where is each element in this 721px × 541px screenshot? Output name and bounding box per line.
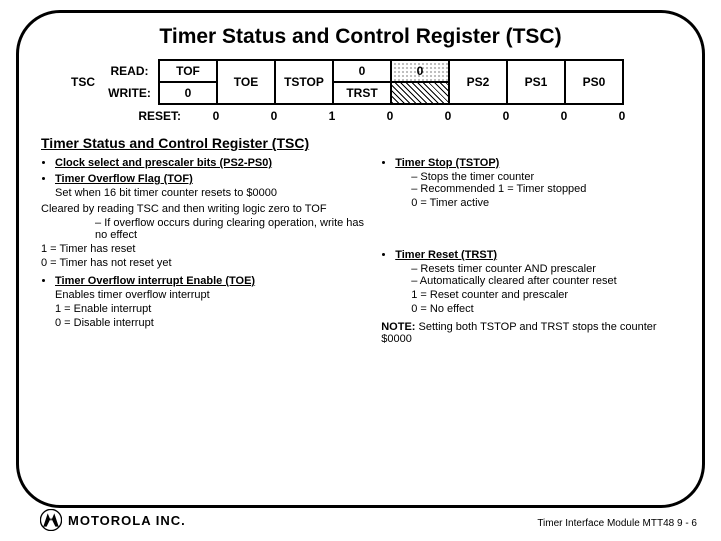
trst-resets-text: Resets timer counter AND prescaler <box>411 263 680 275</box>
register-diagram: TSC READ: TOF TOE TSTOP 0 0 PS2 PS1 PS0 … <box>71 59 680 127</box>
reset-bit2: 0 <box>477 105 535 127</box>
bit4-write: TRST <box>333 82 391 104</box>
bit4-read: 0 <box>333 60 391 82</box>
reset-row-label: RESET: <box>129 105 187 127</box>
bullet-tstop: Timer Stop (TSTOP) Stops the timer count… <box>395 157 680 209</box>
reset-row: RESET: 0 0 1 0 0 0 0 0 <box>71 105 651 127</box>
content-columns: Clock select and prescaler bits (PS2-PS0… <box>41 157 680 345</box>
bit7-write: 0 <box>159 82 217 104</box>
bit2: PS2 <box>449 60 507 104</box>
bit5: TSTOP <box>275 60 333 104</box>
tof-set-text: Set when 16 bit timer counter resets to … <box>55 187 371 199</box>
logo-footer: MOTOROLA INC. <box>40 509 186 531</box>
tstop-rec-text: Recommended 1 = Timer stopped <box>411 183 680 195</box>
toe-enable-text: Enables timer overflow interrupt <box>55 289 371 301</box>
tstop-stops-text: Stops the timer counter <box>411 171 680 183</box>
reset-bit6: 0 <box>245 105 303 127</box>
tof-one-text: 1 = Timer has reset <box>41 243 371 255</box>
bit7-read: TOF <box>159 60 217 82</box>
note-line: NOTE: Setting both TSTOP and TRST stops … <box>381 321 680 345</box>
bullet-toe: Timer Overflow interrupt Enable (TOE) En… <box>55 275 371 329</box>
toe-zero-text: 0 = Disable interrupt <box>55 317 371 329</box>
motorola-logo-icon <box>40 509 62 531</box>
bit1: PS1 <box>507 60 565 104</box>
trst-one-text: 1 = Reset counter and prescaler <box>395 289 680 301</box>
bit6: TOE <box>217 60 275 104</box>
reset-bit0: 0 <box>593 105 651 127</box>
left-column: Clock select and prescaler bits (PS2-PS0… <box>41 157 371 345</box>
tof-zero-text: 0 = Timer has not reset yet <box>41 257 371 269</box>
logo-text: MOTOROLA INC. <box>68 513 186 528</box>
tof-noeffect-text: If overflow occurs during clearing opera… <box>95 217 371 241</box>
reset-bit3: 0 <box>419 105 477 127</box>
tof-cleared-text: Cleared by reading TSC and then writing … <box>41 203 371 215</box>
note-label: NOTE: <box>381 321 415 333</box>
bit3-write <box>391 82 449 104</box>
bit0: PS0 <box>565 60 623 104</box>
reset-bit1: 0 <box>535 105 593 127</box>
bullet-tof: Timer Overflow Flag (TOF) Set when 16 bi… <box>55 173 371 199</box>
bullet-clock-select: Clock select and prescaler bits (PS2-PS0… <box>55 157 371 169</box>
note-text: Setting both TSTOP and TRST stops the co… <box>381 321 656 345</box>
reset-bit5: 1 <box>303 105 361 127</box>
slide-frame: Timer Status and Control Register (TSC) … <box>16 10 705 508</box>
register-name: TSC <box>71 60 101 104</box>
bullet-trst: Timer Reset (TRST) Resets timer counter … <box>395 249 680 315</box>
reset-bit4: 0 <box>361 105 419 127</box>
toe-one-text: 1 = Enable interrupt <box>55 303 371 315</box>
reset-bit7: 0 <box>187 105 245 127</box>
slide-title: Timer Status and Control Register (TSC) <box>41 25 680 49</box>
section-title: Timer Status and Control Register (TSC) <box>41 135 680 151</box>
register-table: TSC READ: TOF TOE TSTOP 0 0 PS2 PS1 PS0 … <box>71 59 624 105</box>
trst-auto-text: Automatically cleared after counter rese… <box>411 275 680 287</box>
right-column: Timer Stop (TSTOP) Stops the timer count… <box>381 157 680 345</box>
trst-zero-text: 0 = No effect <box>395 303 680 315</box>
write-row-label: WRITE: <box>101 82 159 104</box>
bit3-read: 0 <box>391 60 449 82</box>
tstop-zero-text: 0 = Timer active <box>395 197 680 209</box>
page-footer: Timer Interface Module MTT48 9 - 6 <box>537 518 697 529</box>
read-row-label: READ: <box>101 60 159 82</box>
